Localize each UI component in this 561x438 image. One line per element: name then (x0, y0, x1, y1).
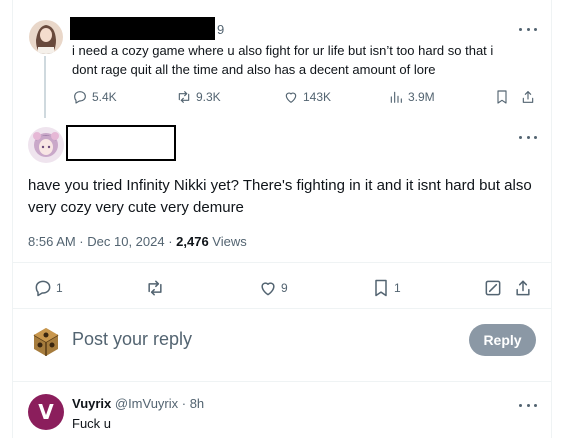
reply-more-icon[interactable] (519, 398, 537, 412)
main-edit-action[interactable] (483, 278, 503, 298)
parent-views-action[interactable]: 3.9M (388, 89, 435, 105)
main-bookmark-action[interactable]: 1 (371, 278, 401, 298)
main-avatar[interactable] (28, 127, 64, 163)
share-icon (522, 91, 534, 103)
main-share-action[interactable] (513, 278, 533, 298)
main-reply-action[interactable]: 1 (33, 278, 63, 298)
composer-avatar[interactable] (28, 323, 64, 359)
reply-name-line: Vuyrix @ImVuyrix · 8h (72, 396, 204, 411)
divider-composer (13, 381, 551, 382)
main-repost-action[interactable] (145, 278, 165, 298)
reply-avatar-letter: V (38, 400, 54, 424)
parent-text-line1: i need a cozy game where u also fight fo… (72, 43, 494, 58)
heart-icon (285, 92, 297, 103)
parent-reply-count: 5.4K (92, 90, 117, 104)
main-views-label: Views (208, 234, 247, 249)
edit-icon (485, 280, 501, 296)
main-like-action[interactable]: 9 (258, 278, 288, 298)
parent-like-count: 143K (303, 90, 332, 104)
parent-avatar[interactable] (29, 20, 63, 54)
main-timestamp[interactable]: 8:56 AM · Dec 10, 2024 · (28, 234, 176, 249)
main-reply-count: 1 (56, 281, 63, 295)
main-tweet-text: have you tried Infinity Nikki yet? There… (28, 177, 532, 216)
reply-icon (74, 91, 86, 104)
main-views-count: 2,476 (176, 234, 209, 249)
parent-reply-action[interactable]: 5.4K (72, 89, 117, 105)
parent-share-action[interactable] (520, 89, 536, 105)
parent-more-icon[interactable] (519, 22, 537, 36)
parent-text-line2: dont rage quit all the time and also has… (72, 62, 436, 77)
reply-handle-time[interactable]: @ImVuyrix · 8h (111, 396, 204, 411)
main-bookmark-count: 1 (394, 281, 401, 295)
reply-button[interactable]: Reply (469, 324, 536, 356)
main-tweet-meta: 8:56 AM · Dec 10, 2024 · 2,476 Views (28, 234, 247, 249)
share-icon (516, 280, 530, 296)
parent-repost-count: 9.3K (196, 90, 221, 104)
redaction-inner (68, 127, 174, 159)
parent-time: 9 (217, 22, 225, 37)
parent-repost-action[interactable]: 9.3K (176, 89, 221, 105)
bookmark-icon (497, 90, 507, 104)
repost-icon (148, 280, 162, 296)
divider-top-actions (13, 262, 551, 263)
reply-text: Fuck u (72, 416, 112, 431)
bookmark-icon (375, 279, 387, 297)
parent-views-count: 3.9M (408, 90, 435, 104)
reply-icon (35, 280, 51, 297)
main-like-count: 9 (281, 281, 288, 295)
redacted-username (70, 17, 215, 40)
reply-name[interactable]: Vuyrix (72, 396, 111, 411)
reply-avatar[interactable]: V (28, 394, 64, 430)
divider-bottom-actions (13, 308, 551, 309)
repost-icon (178, 91, 190, 103)
parent-like-action[interactable]: 143K (283, 89, 331, 105)
parent-bookmark-action[interactable] (494, 89, 510, 105)
main-more-icon[interactable] (519, 130, 537, 144)
thread-line (44, 56, 46, 118)
views-icon (390, 91, 402, 103)
reply-input[interactable]: Post your reply (72, 329, 192, 350)
heart-icon (261, 282, 275, 296)
